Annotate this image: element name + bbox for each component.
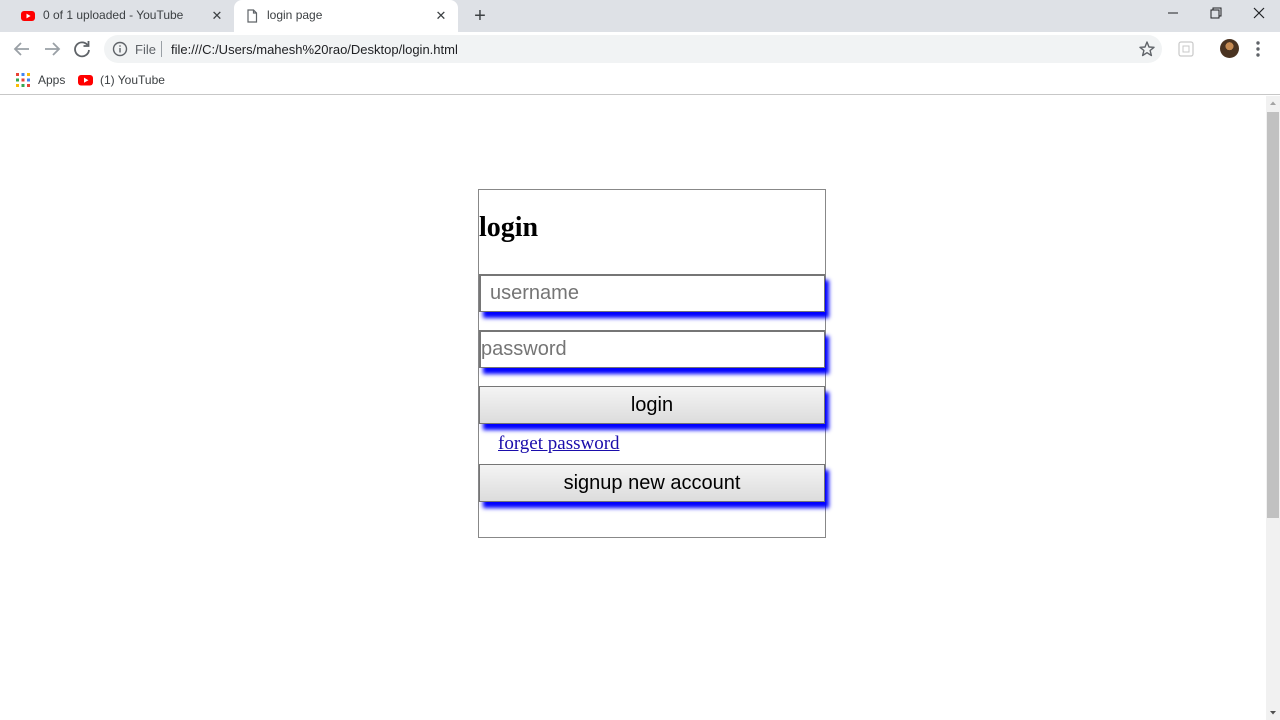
bookmark-star-icon[interactable] <box>1138 40 1156 58</box>
forget-password-link[interactable]: forget password <box>498 433 620 455</box>
vertical-scrollbar[interactable] <box>1266 96 1280 720</box>
tab-login-page[interactable]: login page ✕ <box>234 0 458 32</box>
bookmark-label: (1) YouTube <box>100 73 165 87</box>
new-tab-button[interactable]: + <box>468 4 492 28</box>
login-button[interactable]: login <box>479 386 825 424</box>
reload-icon[interactable] <box>70 37 94 61</box>
youtube-icon <box>21 9 35 23</box>
tab-youtube[interactable]: 0 of 1 uploaded - YouTube ✕ <box>10 0 234 32</box>
browser-toolbar: File file:///C:/Users/mahesh%20rao/Deskt… <box>0 32 1280 66</box>
bookmark-youtube[interactable]: (1) YouTube <box>78 71 168 89</box>
close-window-icon[interactable] <box>1237 0 1280 30</box>
back-icon[interactable] <box>10 37 34 61</box>
page-icon <box>245 9 259 23</box>
scheme-label: File <box>135 42 156 57</box>
scroll-down-arrow-icon[interactable] <box>1266 706 1280 720</box>
apps-grid-icon <box>15 72 31 88</box>
minimize-icon[interactable] <box>1150 0 1194 30</box>
info-icon[interactable] <box>112 41 128 57</box>
signup-button[interactable]: signup new account <box>479 464 825 502</box>
youtube-icon <box>78 72 94 88</box>
url-text[interactable]: file:///C:/Users/mahesh%20rao/Desktop/lo… <box>171 42 458 57</box>
username-input[interactable] <box>479 274 825 312</box>
tab-title: login page <box>267 8 323 22</box>
more-menu-icon[interactable] <box>1251 40 1265 58</box>
scrollbar-thumb[interactable] <box>1267 112 1279 518</box>
password-input[interactable] <box>479 330 825 368</box>
login-form: login login forget password signup new a… <box>478 189 826 538</box>
tab-strip: 0 of 1 uploaded - YouTube ✕ login page ✕… <box>0 0 1280 32</box>
page-title: login <box>479 212 539 243</box>
address-divider <box>161 41 162 57</box>
address-bar[interactable]: File file:///C:/Users/mahesh%20rao/Deskt… <box>104 35 1162 63</box>
profile-avatar[interactable] <box>1220 39 1239 58</box>
scroll-up-arrow-icon[interactable] <box>1266 96 1280 110</box>
bookmark-label: Apps <box>38 73 66 87</box>
restore-icon[interactable] <box>1194 0 1238 30</box>
bookmark-apps[interactable]: Apps <box>15 71 65 89</box>
page-viewport: login login forget password signup new a… <box>0 96 1266 720</box>
bookmarks-bar: Apps (1) YouTube <box>0 66 1280 95</box>
tab-title: 0 of 1 uploaded - YouTube <box>43 8 184 22</box>
close-tab-icon[interactable]: ✕ <box>207 6 227 26</box>
close-tab-icon[interactable]: ✕ <box>431 6 451 26</box>
forward-icon[interactable] <box>40 37 64 61</box>
extension-icon[interactable] <box>1177 40 1195 58</box>
